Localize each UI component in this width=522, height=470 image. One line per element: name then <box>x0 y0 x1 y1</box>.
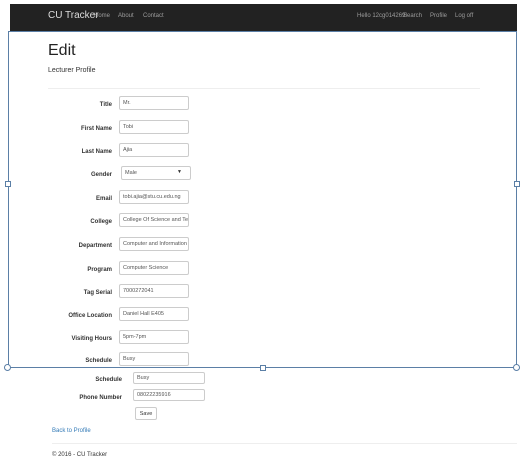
schedule-label-duplicate: Schedule <box>95 377 122 383</box>
nav-greeting-link[interactable]: Hello 12cg014269! <box>357 13 407 19</box>
navbar: CU Tracker Home About Contact Hello 12cg… <box>10 4 517 31</box>
resize-handle-bottom-right[interactable] <box>513 364 520 371</box>
nav-about-link[interactable]: About <box>118 13 134 19</box>
back-to-profile-link[interactable]: Back to Profile <box>52 428 91 434</box>
resize-handle-bottom[interactable] <box>260 365 266 371</box>
resize-handle-left[interactable] <box>5 181 11 187</box>
nav-logoff-link[interactable]: Log off <box>455 13 473 19</box>
footer-divider <box>52 443 517 444</box>
footer-text: © 2016 - CU Tracker <box>52 452 108 458</box>
selection-frame <box>8 31 517 368</box>
save-button[interactable]: Save <box>135 407 157 420</box>
phone-number-input[interactable]: 08022235916 <box>133 389 205 401</box>
nav-search-link[interactable]: Search <box>403 13 422 19</box>
nav-contact-link[interactable]: Contact <box>143 13 164 19</box>
phone-number-label: Phone Number <box>79 395 122 401</box>
resize-handle-right[interactable] <box>514 181 520 187</box>
resize-handle-bottom-left[interactable] <box>4 364 11 371</box>
nav-home-link[interactable]: Home <box>94 13 110 19</box>
brand-link[interactable]: CU Tracker <box>48 10 99 21</box>
nav-profile-link[interactable]: Profile <box>430 13 447 19</box>
schedule-input-duplicate[interactable]: Busy <box>133 372 205 384</box>
